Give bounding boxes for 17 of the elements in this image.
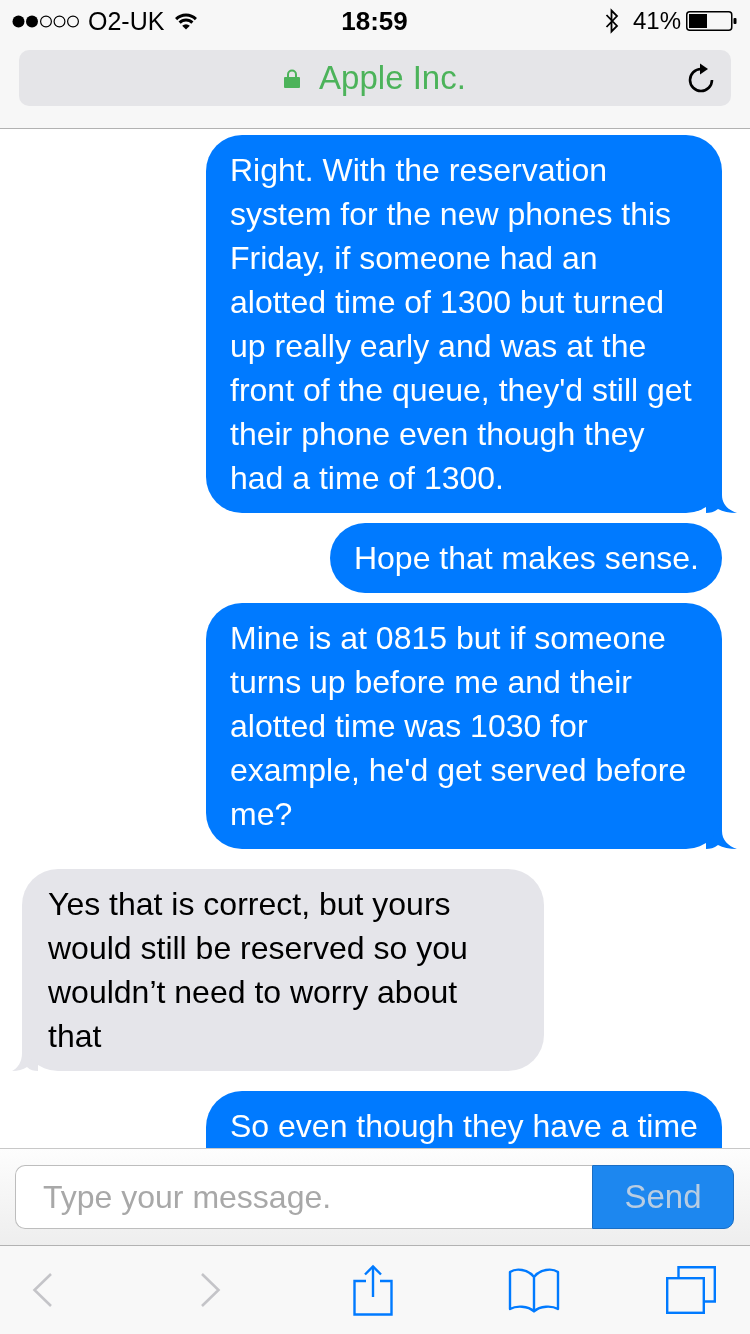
share-icon[interactable] <box>353 1264 393 1316</box>
address-bar[interactable]: Apple Inc. <box>19 50 731 106</box>
bookmarks-icon[interactable] <box>508 1267 560 1313</box>
clock-time: 18:59 <box>341 6 408 36</box>
message-bubble: So even though they have a time <box>206 1091 722 1148</box>
bluetooth-icon <box>604 8 619 34</box>
message-input[interactable]: Type your message. <box>15 1165 592 1229</box>
carrier-name: O2-UK <box>88 6 165 36</box>
wifi-icon <box>174 12 199 30</box>
tabs-icon[interactable] <box>666 1266 716 1314</box>
battery-icon <box>686 11 737 31</box>
lock-icon <box>284 68 301 88</box>
reload-icon[interactable] <box>688 63 714 93</box>
site-title: Apple Inc. <box>319 58 466 98</box>
signal-strength-icon <box>12 14 80 28</box>
battery-percentage: 41% <box>632 6 681 36</box>
message-bubble: Hope that makes sense. <box>329 523 722 593</box>
